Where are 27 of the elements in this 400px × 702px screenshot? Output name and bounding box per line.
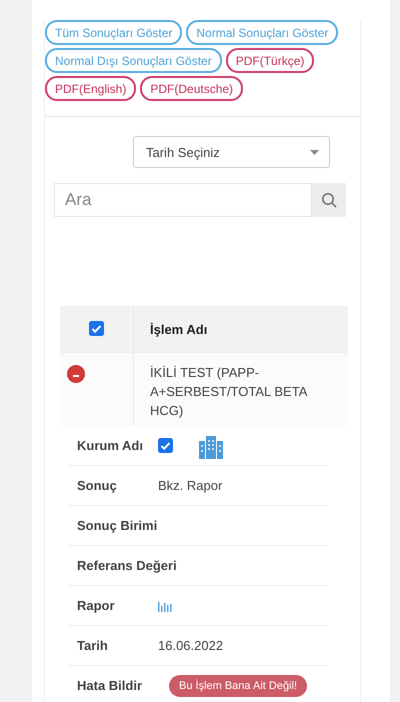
detail-label: Sonuç [77, 478, 118, 493]
filter-button[interactable]: Normal Sonuçları Göster [186, 20, 338, 45]
select-all-checkbox[interactable] [89, 321, 104, 336]
search-icon [321, 192, 337, 208]
detail-value: 16.06.2022 [158, 638, 224, 653]
detail-label: Referans Değeri [77, 558, 177, 573]
not-mine-button[interactable]: Bu İşlem Bana Ait Değil! [169, 674, 308, 696]
detail-label: Kurum Adı [77, 438, 144, 453]
filter-button[interactable]: Normal Dışı Sonuçları Göster [45, 48, 222, 73]
collapse-toggle[interactable] [67, 365, 85, 383]
search-field[interactable]: Ara [54, 183, 312, 217]
search-button[interactable] [312, 183, 346, 217]
institution-checkbox[interactable] [158, 438, 173, 453]
filter-button[interactable]: PDF(English) [45, 76, 136, 101]
detail-label: Sonuç Birimi [77, 518, 158, 533]
detail-label: Tarih [77, 638, 109, 653]
detail-value: Bkz. Rapor [158, 478, 222, 493]
procedure-name: İKİLİ TEST (PAPP-A+SERBEST/TOTAL BETA HCG) [150, 364, 308, 420]
detail-label: Rapor [77, 598, 116, 613]
filter-button[interactable]: PDF(Türkçe) [226, 48, 314, 73]
column-header: İşlem Adı [150, 322, 208, 337]
filter-button[interactable]: PDF(Deutsche) [140, 76, 244, 101]
date-dropdown[interactable]: Tarih Seçiniz [133, 136, 330, 168]
bar-chart-icon[interactable] [158, 600, 172, 612]
detail-label: Hata Bildir [77, 678, 144, 693]
caret-icon [310, 150, 319, 154]
filter-button[interactable]: Tüm Sonuçları Göster [45, 20, 182, 45]
